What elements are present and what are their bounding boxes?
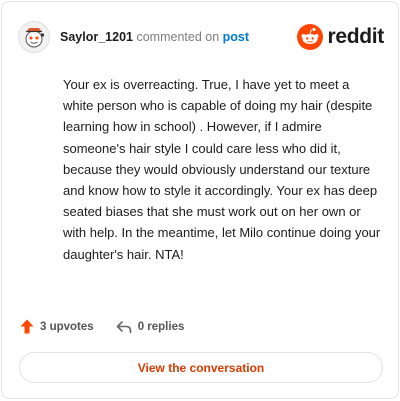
post-link[interactable]: post: [223, 30, 249, 44]
comment-header: Saylor_1201 commented on post reddit: [18, 20, 384, 54]
comment-footer: 3 upvotes 0 replies: [20, 319, 184, 334]
reddit-brand[interactable]: reddit: [297, 24, 384, 50]
action-text: commented on: [136, 30, 220, 44]
comment-body: Your ex is overreacting. True, I have ye…: [63, 77, 381, 262]
comment-meta: Saylor_1201 commented on post: [60, 30, 249, 44]
replies-item[interactable]: 0 replies: [116, 320, 185, 334]
replies-count: 0 replies: [137, 320, 185, 333]
comment-card: Saylor_1201 commented on post reddit You…: [1, 1, 399, 399]
reddit-wordmark: reddit: [327, 25, 384, 48]
avatar[interactable]: [18, 21, 50, 53]
reddit-logo-icon: [297, 24, 324, 50]
upvotes-item[interactable]: 3 upvotes: [20, 319, 94, 334]
upvote-arrow-icon: [20, 319, 34, 334]
upvotes-count: 3 upvotes: [40, 320, 94, 333]
username-link[interactable]: Saylor_1201: [60, 30, 133, 44]
view-conversation-button[interactable]: View the conversation: [19, 352, 383, 383]
reply-arrow-icon: [116, 320, 131, 333]
snoo-avatar-icon: [25, 28, 45, 48]
